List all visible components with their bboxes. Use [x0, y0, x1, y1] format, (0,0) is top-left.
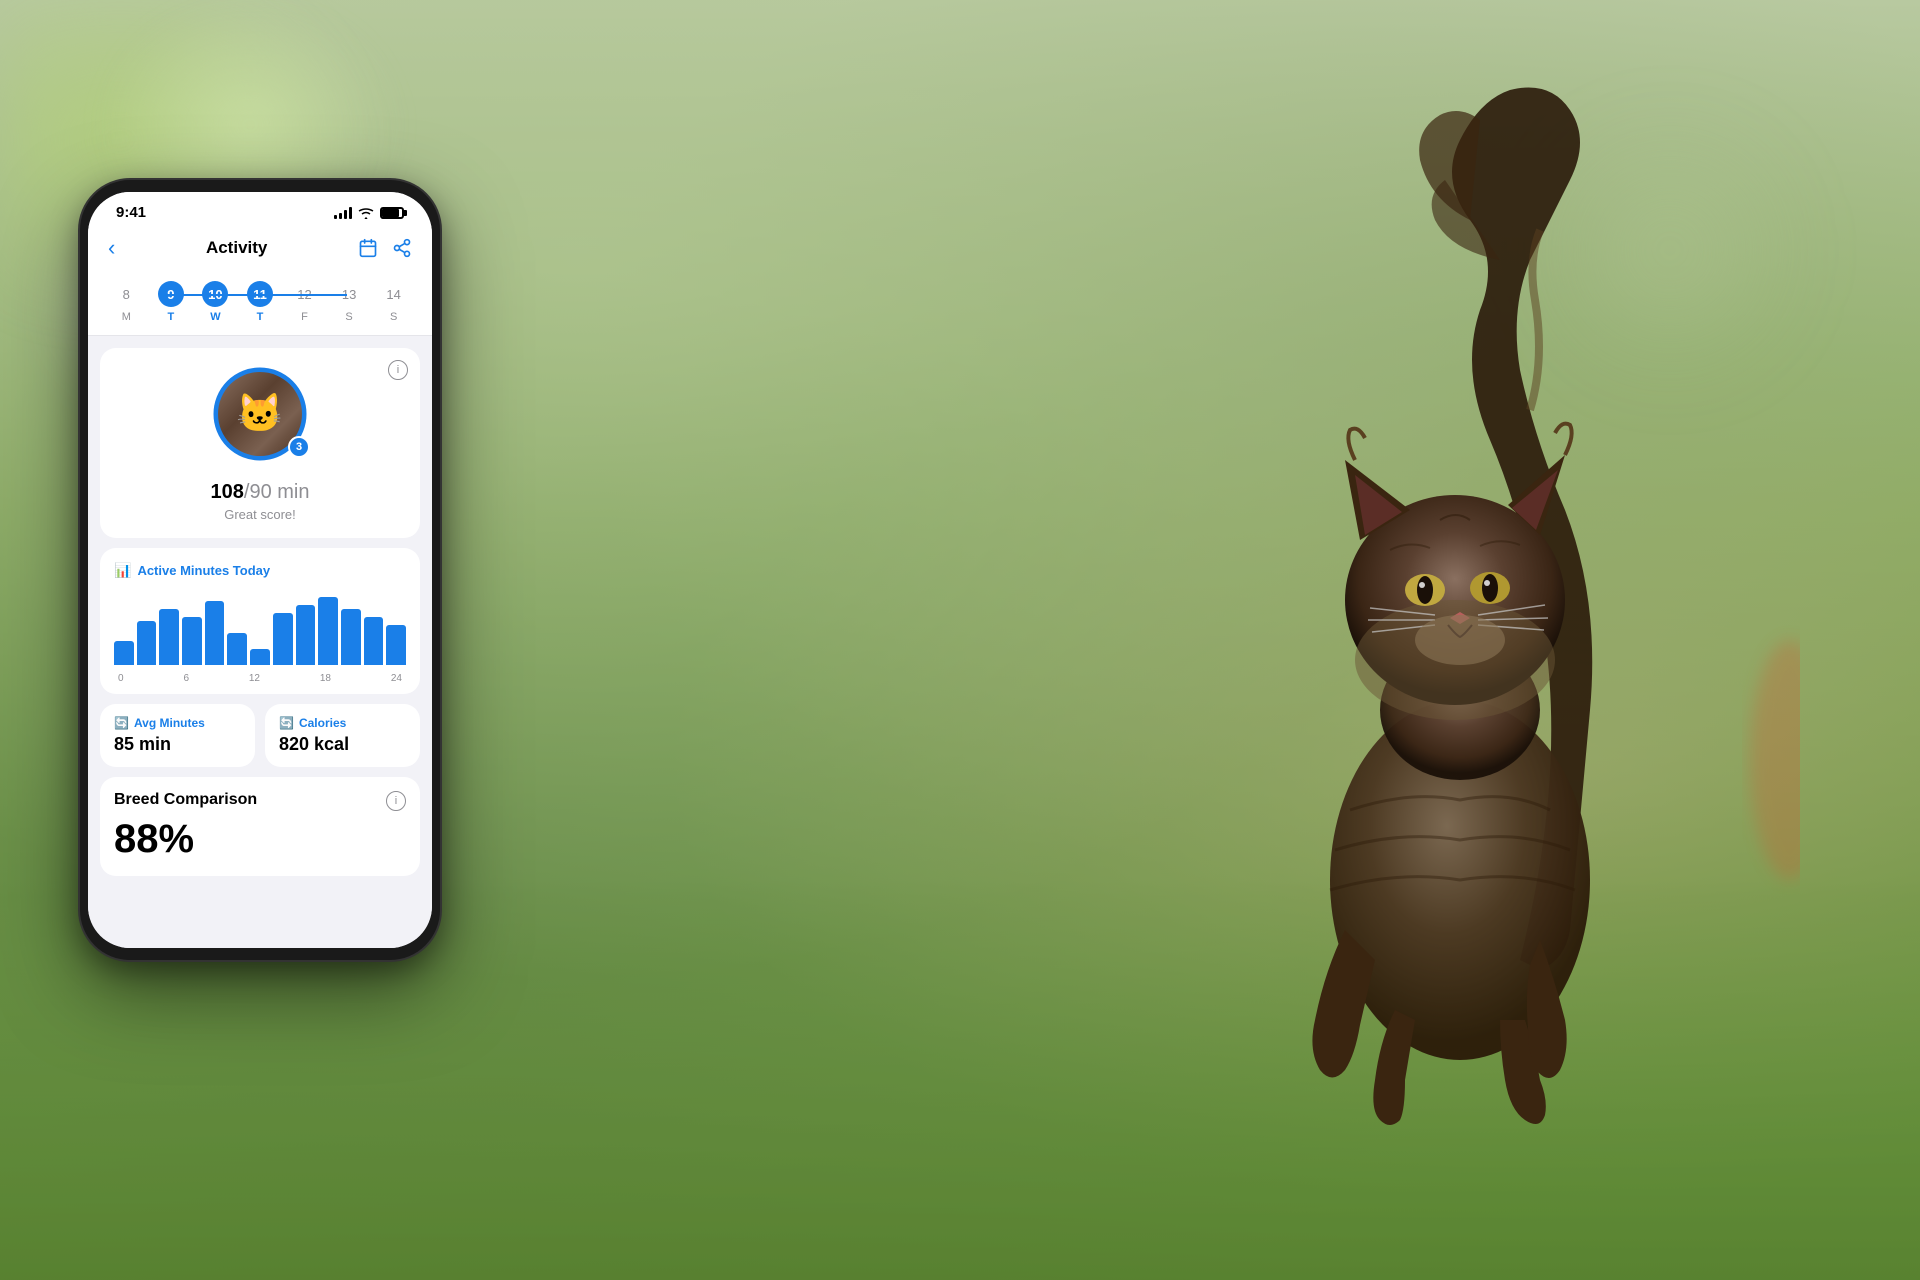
bar — [386, 625, 406, 665]
status-icons — [334, 207, 404, 219]
cat-emoji: 🐱 — [236, 392, 283, 436]
bar — [227, 633, 247, 665]
avatar-ring: 🐱 3 — [210, 364, 310, 464]
bar — [114, 641, 134, 665]
bar-column — [341, 589, 361, 665]
bar-column — [137, 589, 157, 665]
bar-column — [364, 589, 384, 665]
status-time: 9:41 — [116, 204, 146, 221]
chart-label-0: 0 — [118, 673, 124, 684]
battery-fill — [382, 209, 399, 217]
page-title: Activity — [206, 238, 267, 258]
date-item-wed[interactable]: 10 W — [202, 281, 228, 323]
date-item-sun[interactable]: 14 S — [381, 281, 407, 323]
bar-chart-icon: 📊 — [114, 562, 131, 579]
calories-header: 🔄 Calories — [279, 716, 406, 730]
score-label: Great score! — [224, 507, 296, 522]
calendar-icon[interactable] — [358, 238, 378, 258]
breed-comparison-card: Breed Comparison i 88% — [100, 777, 420, 876]
app-content: i 🐱 3 — [88, 336, 432, 948]
battery-icon — [380, 207, 404, 219]
bar — [273, 613, 293, 665]
date-item-fri[interactable]: 12 F — [292, 281, 318, 323]
date-day-m: M — [122, 311, 131, 323]
date-item-tue[interactable]: 9 T — [158, 281, 184, 323]
date-day-w: W — [210, 311, 220, 323]
bar-column — [250, 589, 270, 665]
activity-chart-card: 📊 Active Minutes Today 0 6 12 18 24 — [100, 548, 420, 694]
chart-label-6: 6 — [183, 673, 189, 684]
bar-column — [386, 589, 406, 665]
signal-icon — [334, 207, 352, 219]
bar-column — [318, 589, 338, 665]
nav-actions — [358, 238, 412, 258]
score-info-button[interactable]: i — [388, 360, 408, 380]
date-num-8: 8 — [113, 281, 139, 307]
bar — [364, 617, 384, 665]
nav-bar: ‹ Activity — [88, 227, 432, 271]
cat-illustration — [1150, 60, 1800, 1210]
bar-column — [159, 589, 179, 665]
chart-title: 📊 Active Minutes Today — [114, 562, 406, 579]
date-item-mon[interactable]: 8 M — [113, 281, 139, 323]
date-day-s1: S — [345, 311, 352, 323]
back-button[interactable]: ‹ — [108, 235, 115, 261]
bar-column — [182, 589, 202, 665]
bar — [250, 649, 270, 665]
score-value: 108/90 min — [211, 474, 310, 505]
phone-device: 9:41 — [80, 180, 460, 1230]
date-day-t2: T — [257, 311, 264, 323]
breed-percentage: 88% — [114, 817, 406, 862]
calories-card: 🔄 Calories 820 kcal — [265, 704, 420, 767]
chart-label-12: 12 — [249, 673, 260, 684]
phone-screen: 9:41 — [88, 192, 432, 948]
chart-label-24: 24 — [391, 673, 402, 684]
date-day-f: F — [301, 311, 308, 323]
date-item-sat[interactable]: 13 S — [336, 281, 362, 323]
calories-value: 820 kcal — [279, 734, 406, 755]
status-bar: 9:41 — [88, 192, 432, 227]
chart-label-18: 18 — [320, 673, 331, 684]
bar-column — [296, 589, 316, 665]
phone-shell: 9:41 — [80, 180, 440, 960]
flame-icon: 🔄 — [279, 716, 294, 730]
score-card: i 🐱 3 — [100, 348, 420, 538]
wifi-icon — [358, 207, 374, 219]
bar-column — [273, 589, 293, 665]
bar-chart — [114, 589, 406, 669]
stats-row: 🔄 Avg Minutes 85 min 🔄 Calories 820 kcal — [100, 704, 420, 767]
bar-column — [205, 589, 225, 665]
clock-icon: 🔄 — [114, 716, 129, 730]
chart-x-labels: 0 6 12 18 24 — [114, 673, 406, 684]
bar-column — [227, 589, 247, 665]
bar — [318, 597, 338, 665]
date-item-thu[interactable]: 11 T — [247, 281, 273, 323]
breed-title: Breed Comparison — [114, 791, 257, 809]
date-strip: 8 M 9 T 10 W 11 T — [88, 271, 432, 336]
bar — [137, 621, 157, 665]
bar — [159, 609, 179, 665]
share-icon[interactable] — [392, 238, 412, 258]
score-badge: 3 — [288, 436, 310, 458]
bar — [296, 605, 316, 665]
breed-info-button[interactable]: i — [386, 791, 406, 811]
avg-minutes-card: 🔄 Avg Minutes 85 min — [100, 704, 255, 767]
bar — [205, 601, 225, 665]
date-day-t1: T — [167, 311, 174, 323]
bar — [182, 617, 202, 665]
avg-minutes-header: 🔄 Avg Minutes — [114, 716, 241, 730]
date-day-s2: S — [390, 311, 397, 323]
bar-column — [114, 589, 134, 665]
bar — [341, 609, 361, 665]
date-connector-line — [166, 294, 347, 296]
avg-minutes-value: 85 min — [114, 734, 241, 755]
date-num-14: 14 — [381, 281, 407, 307]
